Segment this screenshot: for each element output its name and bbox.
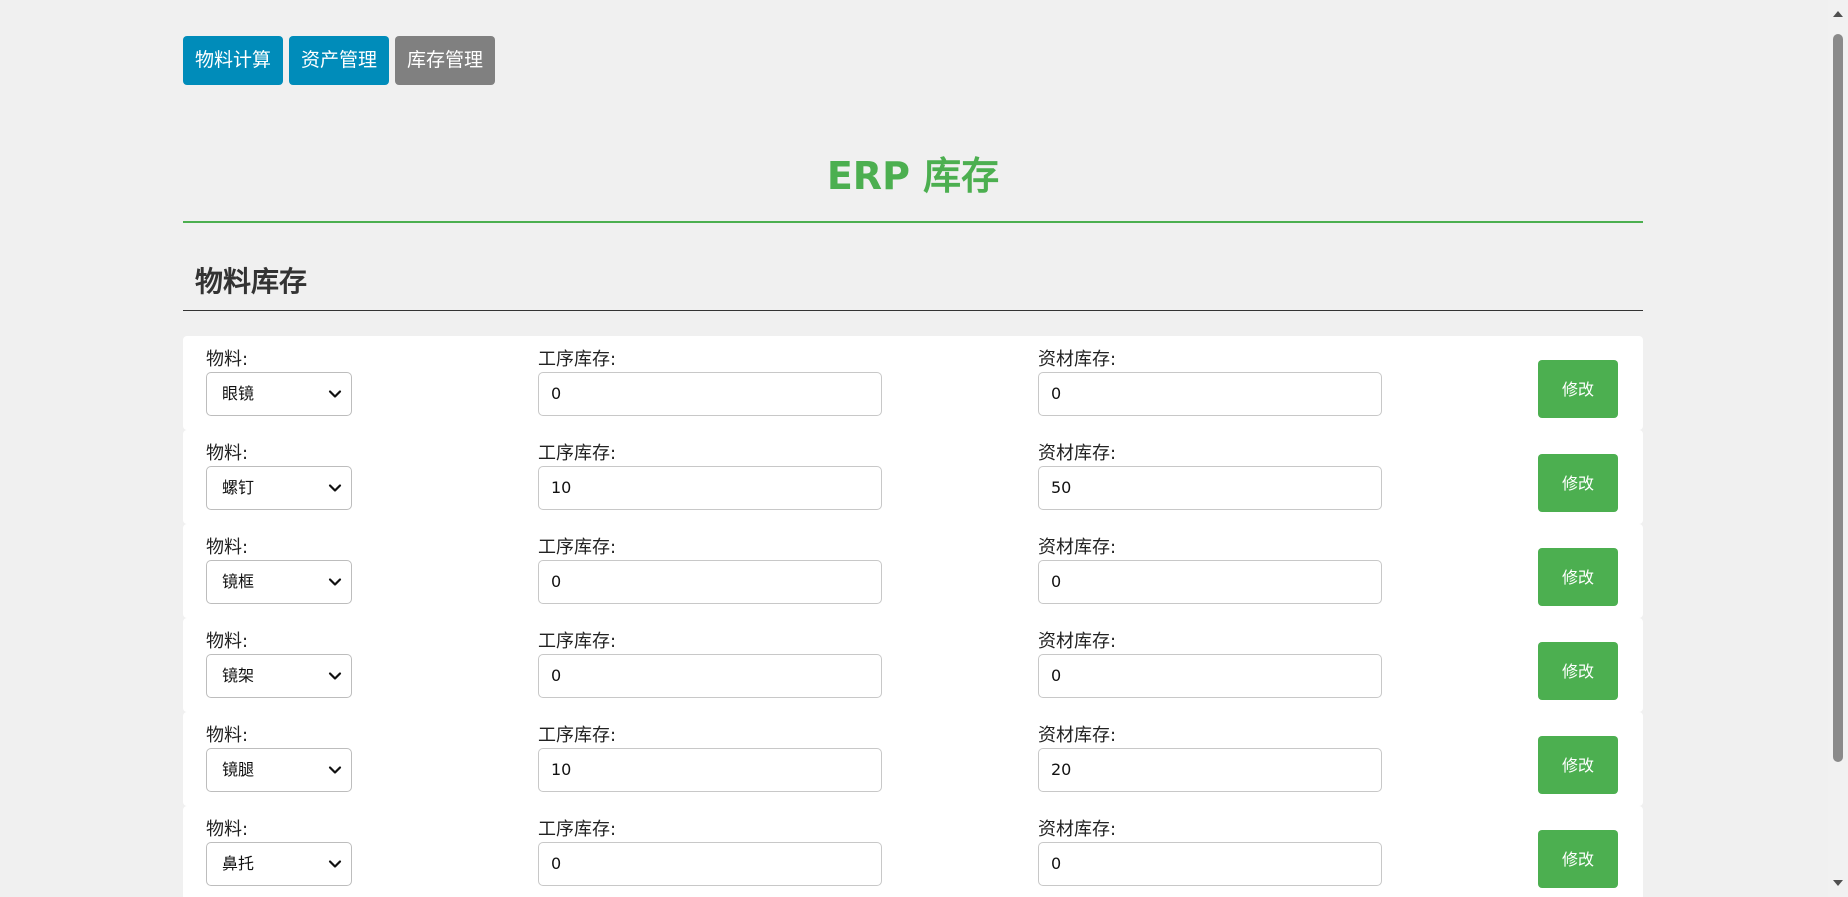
material-field: 物料: 镜架 <box>206 632 352 698</box>
chevron-down-icon <box>328 672 342 680</box>
material-stock-field: 资材库存: 0 <box>1038 350 1382 416</box>
material-select[interactable]: 镜框 <box>206 560 352 604</box>
nav-material-calc-button[interactable]: 物料计算 <box>183 36 284 85</box>
process-stock-field: 工序库存: 0 <box>538 538 882 604</box>
material-stock-label: 资材库存: <box>1038 819 1117 840</box>
page-title: ERP 库存 <box>826 154 1000 198</box>
material-select[interactable]: 螺钉 <box>206 466 352 510</box>
material-stock-input[interactable]: 50 <box>1038 466 1382 510</box>
process-stock-input[interactable]: 10 <box>538 748 882 792</box>
material-stock-label: 资材库存: <box>1038 725 1117 746</box>
inventory-row: 物料: 鼻托 工序库存: 0 资材库存: 0 修改 <box>183 806 1643 897</box>
scroll-down-arrow-icon[interactable] <box>1832 877 1844 889</box>
material-select-value: 鼻托 <box>222 854 255 873</box>
chevron-down-icon <box>328 578 342 586</box>
material-field: 物料: 鼻托 <box>206 820 352 886</box>
process-stock-field: 工序库存: 0 <box>538 632 882 698</box>
chevron-down-icon <box>328 484 342 492</box>
material-label: 物料: <box>206 725 249 746</box>
process-stock-input[interactable]: 0 <box>538 654 882 698</box>
process-stock-label: 工序库存: <box>538 349 617 370</box>
material-stock-input[interactable]: 0 <box>1038 372 1382 416</box>
material-stock-input[interactable]: 0 <box>1038 560 1382 604</box>
material-field: 物料: 镜框 <box>206 538 352 604</box>
material-select-value: 螺钉 <box>222 478 255 497</box>
process-stock-label: 工序库存: <box>538 537 617 558</box>
scrollbar-thumb[interactable] <box>1833 34 1843 762</box>
material-select-value: 眼镜 <box>222 384 255 403</box>
material-label: 物料: <box>206 819 249 840</box>
material-stock-label: 资材库存: <box>1038 443 1117 464</box>
process-stock-input[interactable]: 0 <box>538 842 882 886</box>
material-label: 物料: <box>206 443 249 464</box>
inventory-row: 物料: 镜框 工序库存: 0 资材库存: 0 修改 <box>183 524 1643 618</box>
material-stock-field: 资材库存: 0 <box>1038 632 1382 698</box>
chevron-down-icon <box>328 766 342 774</box>
material-label: 物料: <box>206 537 249 558</box>
material-field: 物料: 镜腿 <box>206 726 352 792</box>
material-field: 物料: 螺钉 <box>206 444 352 510</box>
material-select[interactable]: 镜腿 <box>206 748 352 792</box>
material-stock-field: 资材库存: 50 <box>1038 444 1382 510</box>
nav-inventory-management-button[interactable]: 库存管理 <box>395 36 496 85</box>
edit-button[interactable]: 修改 <box>1538 830 1618 888</box>
process-stock-input[interactable]: 0 <box>538 372 882 416</box>
material-stock-field: 资材库存: 0 <box>1038 538 1382 604</box>
process-stock-field: 工序库存: 10 <box>538 444 882 510</box>
process-stock-label: 工序库存: <box>538 725 617 746</box>
chevron-down-icon <box>328 860 342 868</box>
edit-button[interactable]: 修改 <box>1538 360 1618 418</box>
process-stock-label: 工序库存: <box>538 443 617 464</box>
top-nav: 物料计算 资产管理 库存管理 <box>183 36 496 85</box>
inventory-list: 物料: 眼镜 工序库存: 0 资材库存: 0 修改 物料: 螺钉 工序库存: 1… <box>183 336 1643 897</box>
edit-button[interactable]: 修改 <box>1538 642 1618 700</box>
viewport: 物料计算 资产管理 库存管理 ERP 库存 物料库存 物料: 眼镜 工序库存: <box>0 0 1848 897</box>
title-divider <box>183 221 1643 223</box>
material-stock-input[interactable]: 20 <box>1038 748 1382 792</box>
process-stock-field: 工序库存: 0 <box>538 350 882 416</box>
material-select[interactable]: 镜架 <box>206 654 352 698</box>
section-divider <box>183 310 1643 311</box>
inventory-row: 物料: 螺钉 工序库存: 10 资材库存: 50 修改 <box>183 430 1643 524</box>
process-stock-field: 工序库存: 0 <box>538 820 882 886</box>
material-stock-input[interactable]: 0 <box>1038 654 1382 698</box>
material-stock-label: 资材库存: <box>1038 631 1117 652</box>
chevron-down-icon <box>328 390 342 398</box>
material-select-value: 镜架 <box>222 666 255 685</box>
material-label: 物料: <box>206 631 249 652</box>
material-select[interactable]: 鼻托 <box>206 842 352 886</box>
edit-button[interactable]: 修改 <box>1538 454 1618 512</box>
edit-button[interactable]: 修改 <box>1538 548 1618 606</box>
process-stock-label: 工序库存: <box>538 631 617 652</box>
process-stock-input[interactable]: 0 <box>538 560 882 604</box>
section-title: 物料库存 <box>195 265 308 298</box>
material-stock-input[interactable]: 0 <box>1038 842 1382 886</box>
inventory-row: 物料: 镜架 工序库存: 0 资材库存: 0 修改 <box>183 618 1643 712</box>
edit-button[interactable]: 修改 <box>1538 736 1618 794</box>
process-stock-field: 工序库存: 10 <box>538 726 882 792</box>
material-stock-label: 资材库存: <box>1038 349 1117 370</box>
process-stock-label: 工序库存: <box>538 819 617 840</box>
nav-asset-management-button[interactable]: 资产管理 <box>289 36 390 85</box>
process-stock-input[interactable]: 10 <box>538 466 882 510</box>
material-stock-label: 资材库存: <box>1038 537 1117 558</box>
material-stock-field: 资材库存: 20 <box>1038 726 1382 792</box>
inventory-row: 物料: 镜腿 工序库存: 10 资材库存: 20 修改 <box>183 712 1643 806</box>
material-select-value: 镜框 <box>222 572 255 591</box>
inventory-row: 物料: 眼镜 工序库存: 0 资材库存: 0 修改 <box>183 336 1643 430</box>
material-field: 物料: 眼镜 <box>206 350 352 416</box>
scroll-up-arrow-icon[interactable] <box>1832 8 1844 20</box>
material-select-value: 镜腿 <box>222 760 255 779</box>
material-label: 物料: <box>206 349 249 370</box>
vertical-scrollbar[interactable] <box>1828 0 1848 897</box>
material-stock-field: 资材库存: 0 <box>1038 820 1382 886</box>
material-select[interactable]: 眼镜 <box>206 372 352 416</box>
